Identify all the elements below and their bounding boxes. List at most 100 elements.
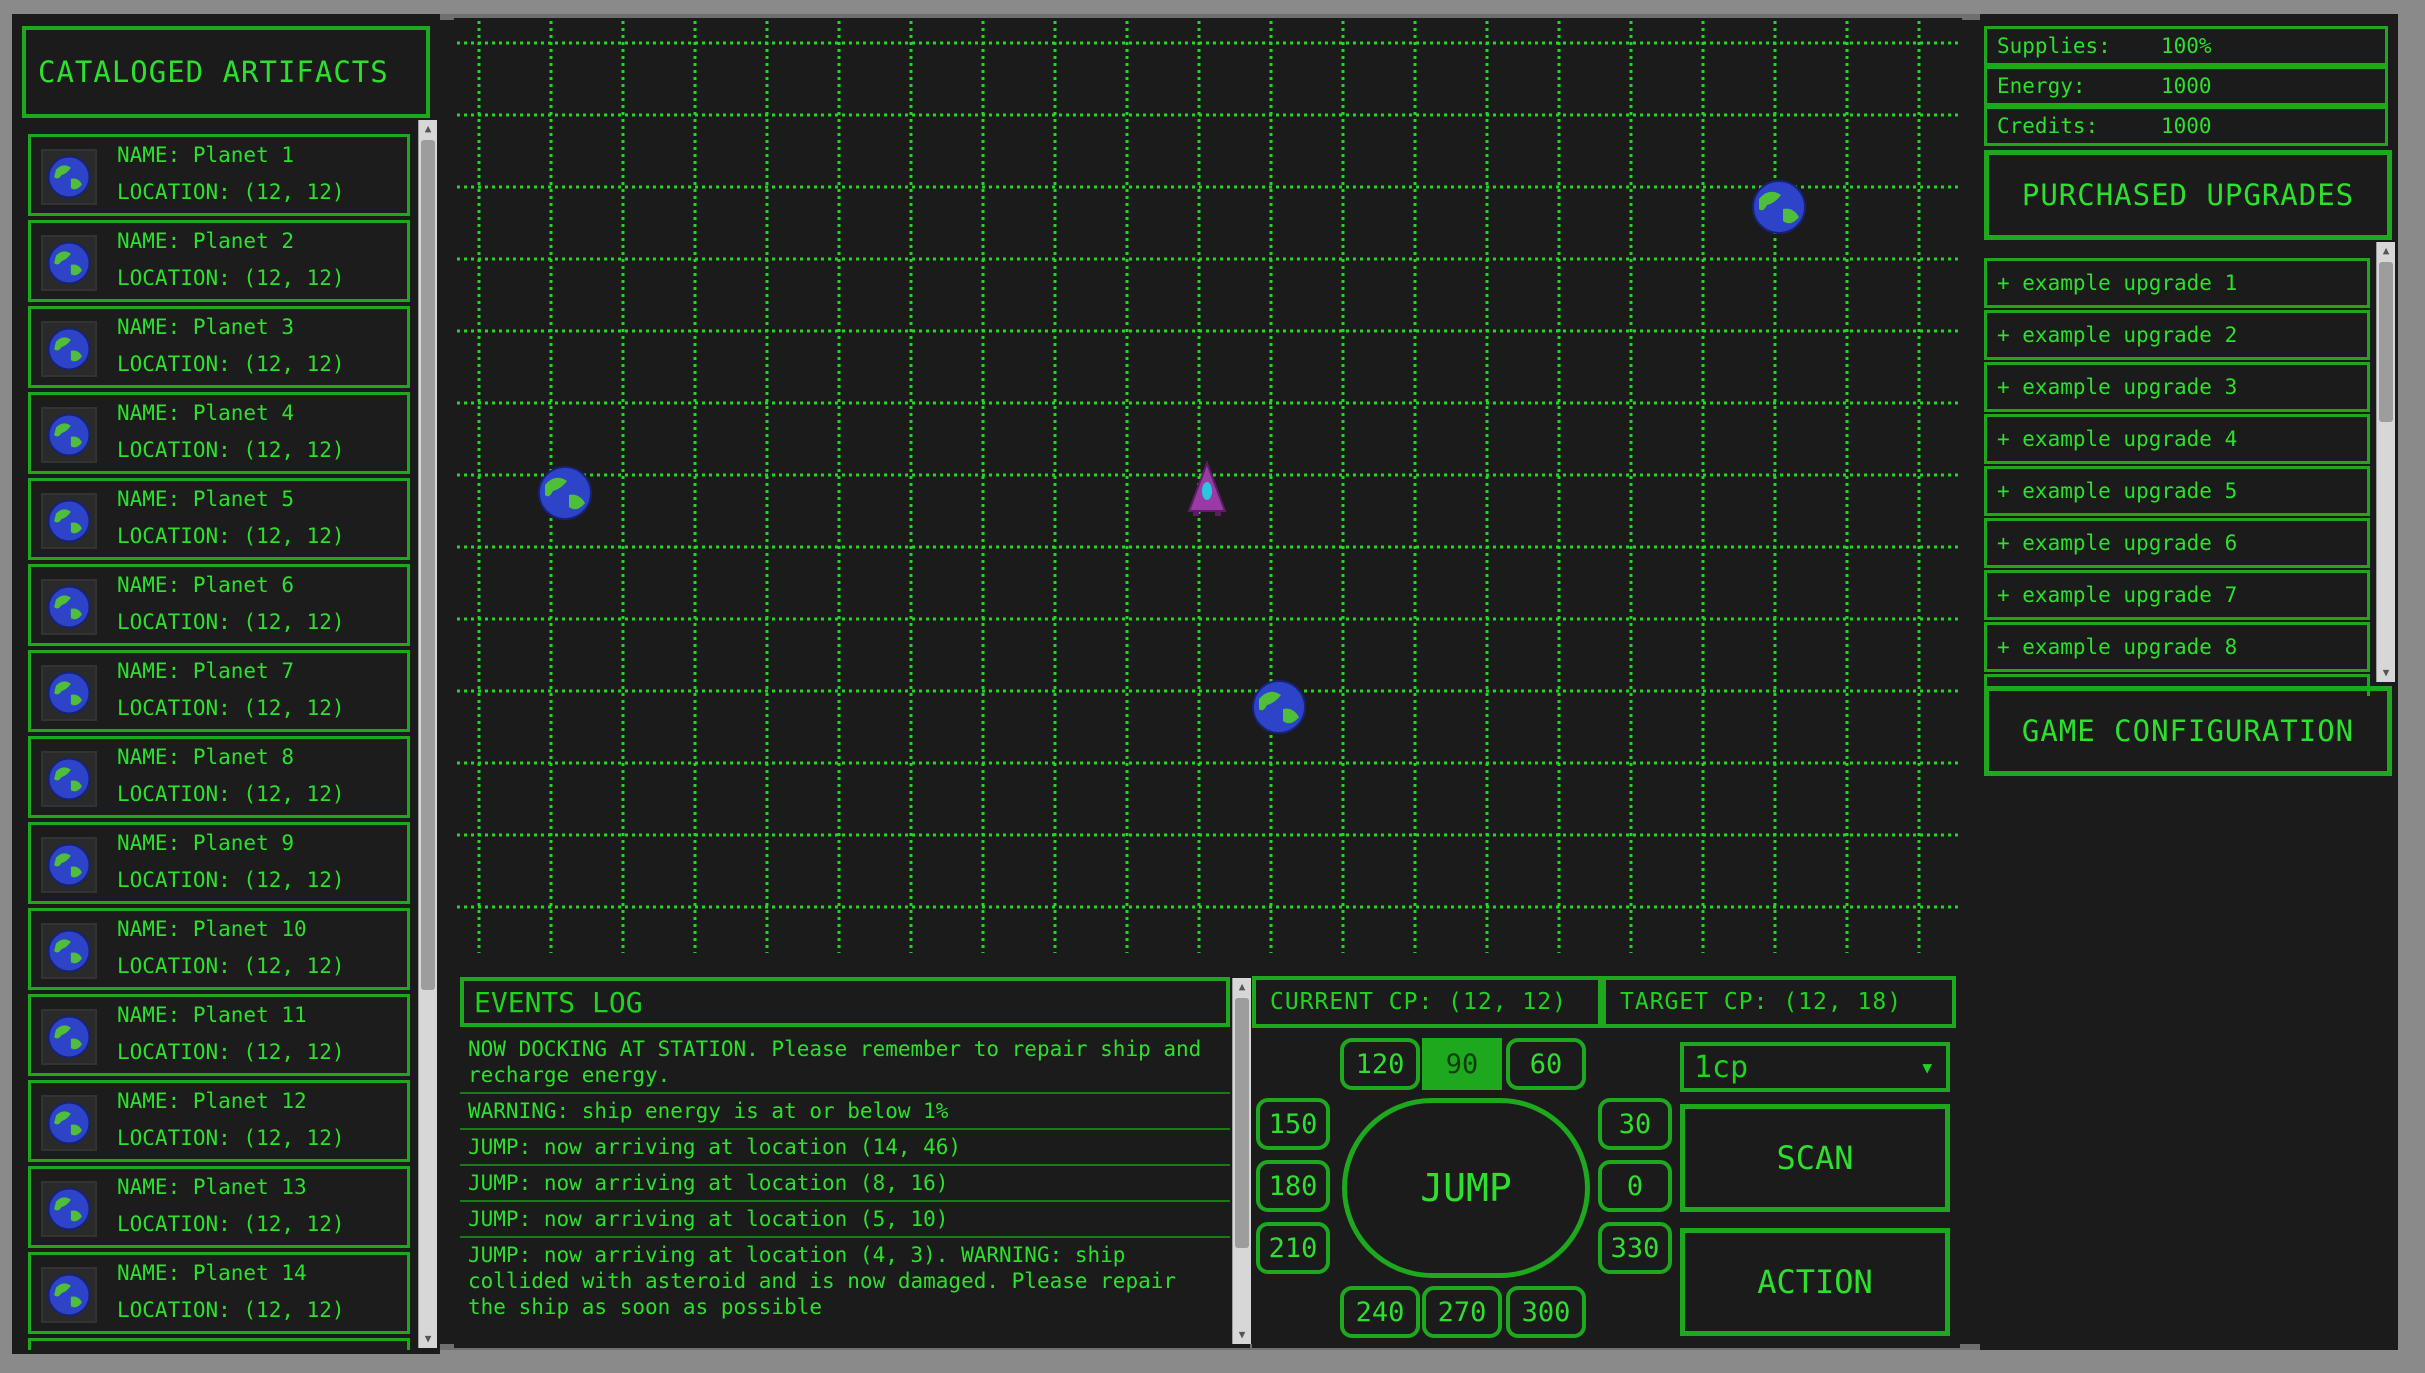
angle-90-button[interactable]: 90 xyxy=(1422,1038,1502,1090)
credits-value: 1000 xyxy=(2161,114,2212,138)
target-cp: TARGET CP: (12, 18) xyxy=(1602,976,1956,1028)
upgrade-item[interactable]: + example upgrade 7 xyxy=(1984,570,2370,620)
angle-180-button[interactable]: 180 xyxy=(1256,1160,1330,1212)
events-log-list[interactable]: NOW DOCKING AT STATION. Please remember … xyxy=(460,1032,1230,1346)
angle-240-button[interactable]: 240 xyxy=(1340,1286,1420,1338)
credits-stat: Credits: 1000 xyxy=(1984,106,2388,146)
artifact-item[interactable]: NAME: Planet 7 LOCATION: (12, 12) xyxy=(28,650,410,732)
events-scrollbar[interactable]: ▲ ▼ xyxy=(1232,978,1251,1344)
planet-icon xyxy=(41,407,97,463)
log-entry: JUMP: now arriving at location (8, 16) xyxy=(460,1166,1230,1202)
artifact-name: NAME: Planet 7 xyxy=(117,659,295,683)
angle-120-button[interactable]: 120 xyxy=(1340,1038,1420,1090)
jump-button[interactable]: JUMP xyxy=(1342,1098,1590,1278)
upgrades-list[interactable]: + example upgrade 1 + example upgrade 2 … xyxy=(1984,242,2396,696)
angle-300-button[interactable]: 300 xyxy=(1506,1286,1586,1338)
planet-icon[interactable] xyxy=(1749,177,1809,237)
artifact-item[interactable]: NAME: Planet 8 LOCATION: (12, 12) xyxy=(28,736,410,818)
upgrades-title: PURCHASED UPGRADES xyxy=(1984,150,2392,240)
artifact-name: NAME: Planet 12 xyxy=(117,1089,307,1113)
angle-150-button[interactable]: 150 xyxy=(1256,1098,1330,1150)
supplies-value: 100% xyxy=(2161,34,2212,58)
angle-0-button[interactable]: 0 xyxy=(1598,1160,1672,1212)
planet-icon xyxy=(41,321,97,377)
planet-icon xyxy=(41,493,97,549)
artifact-location: LOCATION: (12, 12) xyxy=(117,1126,345,1150)
planet-icon xyxy=(41,149,97,205)
scrollbar-thumb[interactable] xyxy=(1235,998,1249,1248)
scroll-down-icon[interactable]: ▼ xyxy=(2377,664,2395,682)
scroll-up-icon[interactable]: ▲ xyxy=(419,120,437,138)
artifact-name: NAME: Planet 4 xyxy=(117,401,295,425)
artifact-item[interactable]: NAME: Planet 6 LOCATION: (12, 12) xyxy=(28,564,410,646)
distance-select[interactable]: 1cp ▼ xyxy=(1680,1042,1950,1092)
ship-icon[interactable] xyxy=(1185,461,1229,517)
artifact-item[interactable]: NAME: Planet 13 LOCATION: (12, 12) xyxy=(28,1166,410,1248)
artifact-name: NAME: Planet 10 xyxy=(117,917,307,941)
artifact-item[interactable]: NAME: Planet 14 LOCATION: (12, 12) xyxy=(28,1252,410,1334)
artifact-item[interactable]: NAME: Planet 3 LOCATION: (12, 12) xyxy=(28,306,410,388)
planet-icon xyxy=(41,235,97,291)
artifact-name: NAME: Planet 6 xyxy=(117,573,295,597)
artifacts-panel: CATALOGED ARTIFACTS NAME: Planet 1 LOCAT… xyxy=(12,14,440,1354)
upgrade-item[interactable]: + example upgrade 1 xyxy=(1984,258,2370,308)
artifact-item[interactable]: NAME: Planet 10 LOCATION: (12, 12) xyxy=(28,908,410,990)
game-config-button[interactable]: GAME CONFIGURATION xyxy=(1984,686,2392,776)
planet-icon xyxy=(41,837,97,893)
artifact-item[interactable]: NAME: Planet 5 LOCATION: (12, 12) xyxy=(28,478,410,560)
upgrade-item[interactable]: + example upgrade 3 xyxy=(1984,362,2370,412)
artifacts-scrollbar[interactable]: ▲ ▼ xyxy=(418,120,437,1348)
upgrades-scrollbar[interactable]: ▲ ▼ xyxy=(2376,242,2395,682)
planet-icon xyxy=(41,751,97,807)
artifact-location: LOCATION: (12, 12) xyxy=(117,438,345,462)
angle-210-button[interactable]: 210 xyxy=(1256,1222,1330,1274)
artifact-item[interactable]: NAME: Planet 9 LOCATION: (12, 12) xyxy=(28,822,410,904)
angle-270-button[interactable]: 270 xyxy=(1422,1286,1502,1338)
planet-icon[interactable] xyxy=(1249,677,1309,737)
supplies-label: Supplies: xyxy=(1997,34,2111,58)
artifact-name: NAME: Planet 3 xyxy=(117,315,295,339)
angle-30-button[interactable]: 30 xyxy=(1598,1098,1672,1150)
angle-60-button[interactable]: 60 xyxy=(1506,1038,1586,1090)
scroll-up-icon[interactable]: ▲ xyxy=(2377,242,2395,260)
scroll-down-icon[interactable]: ▼ xyxy=(419,1330,437,1348)
artifact-name: NAME: Planet 14 xyxy=(117,1261,307,1285)
angle-330-button[interactable]: 330 xyxy=(1598,1222,1672,1274)
artifact-name: NAME: Planet 2 xyxy=(117,229,295,253)
upgrade-item[interactable]: + example upgrade 4 xyxy=(1984,414,2370,464)
log-entry: JUMP: now arriving at location (5, 10) xyxy=(460,1202,1230,1238)
artifact-name: NAME: Planet 11 xyxy=(117,1003,307,1027)
log-entry: JUMP: now arriving at location (14, 46) xyxy=(460,1130,1230,1166)
artifact-item[interactable]: NAME: Planet 1 LOCATION: (12, 12) xyxy=(28,134,410,216)
artifact-item[interactable]: NAME: Planet 12 LOCATION: (12, 12) xyxy=(28,1080,410,1162)
space-map[interactable] xyxy=(454,18,1962,956)
artifact-location: LOCATION: (12, 12) xyxy=(117,954,345,978)
upgrade-item[interactable]: + example upgrade 2 xyxy=(1984,310,2370,360)
artifact-item[interactable]: NAME: Planet 4 LOCATION: (12, 12) xyxy=(28,392,410,474)
planet-icon xyxy=(41,1009,97,1065)
log-entry: WARNING: ship energy is at or below 1% xyxy=(460,1094,1230,1130)
artifact-item[interactable]: NAME: Planet 2 LOCATION: (12, 12) xyxy=(28,220,410,302)
artifacts-list[interactable]: NAME: Planet 1 LOCATION: (12, 12) NAME: … xyxy=(22,124,438,1350)
upgrade-item[interactable]: + example upgrade 8 xyxy=(1984,622,2370,672)
scroll-down-icon[interactable]: ▼ xyxy=(1233,1326,1251,1344)
scrollbar-thumb[interactable] xyxy=(2379,262,2393,422)
artifact-location: LOCATION: (12, 12) xyxy=(117,352,345,376)
upgrade-item[interactable]: + example upgrade 6 xyxy=(1984,518,2370,568)
energy-stat: Energy: 1000 xyxy=(1984,66,2388,106)
artifact-location: LOCATION: (12, 12) xyxy=(117,524,345,548)
scrollbar-thumb[interactable] xyxy=(421,140,435,990)
artifact-item[interactable]: NAME: Planet 11 LOCATION: (12, 12) xyxy=(28,994,410,1076)
artifact-location: LOCATION: (12, 12) xyxy=(117,1212,345,1236)
scroll-up-icon[interactable]: ▲ xyxy=(1233,978,1251,996)
artifact-name: NAME: Planet 5 xyxy=(117,487,295,511)
upgrade-item[interactable]: + example upgrade 5 xyxy=(1984,466,2370,516)
planet-icon[interactable] xyxy=(535,463,595,523)
scan-button[interactable]: SCAN xyxy=(1680,1104,1950,1212)
artifact-location: LOCATION: (12, 12) xyxy=(117,610,345,634)
action-button[interactable]: ACTION xyxy=(1680,1228,1950,1336)
navigation-controls: CURRENT CP: (12, 12) TARGET CP: (12, 18)… xyxy=(1252,972,1960,1348)
planet-icon xyxy=(41,665,97,721)
artifact-item-partial[interactable] xyxy=(28,1338,410,1350)
credits-label: Credits: xyxy=(1997,114,2099,138)
